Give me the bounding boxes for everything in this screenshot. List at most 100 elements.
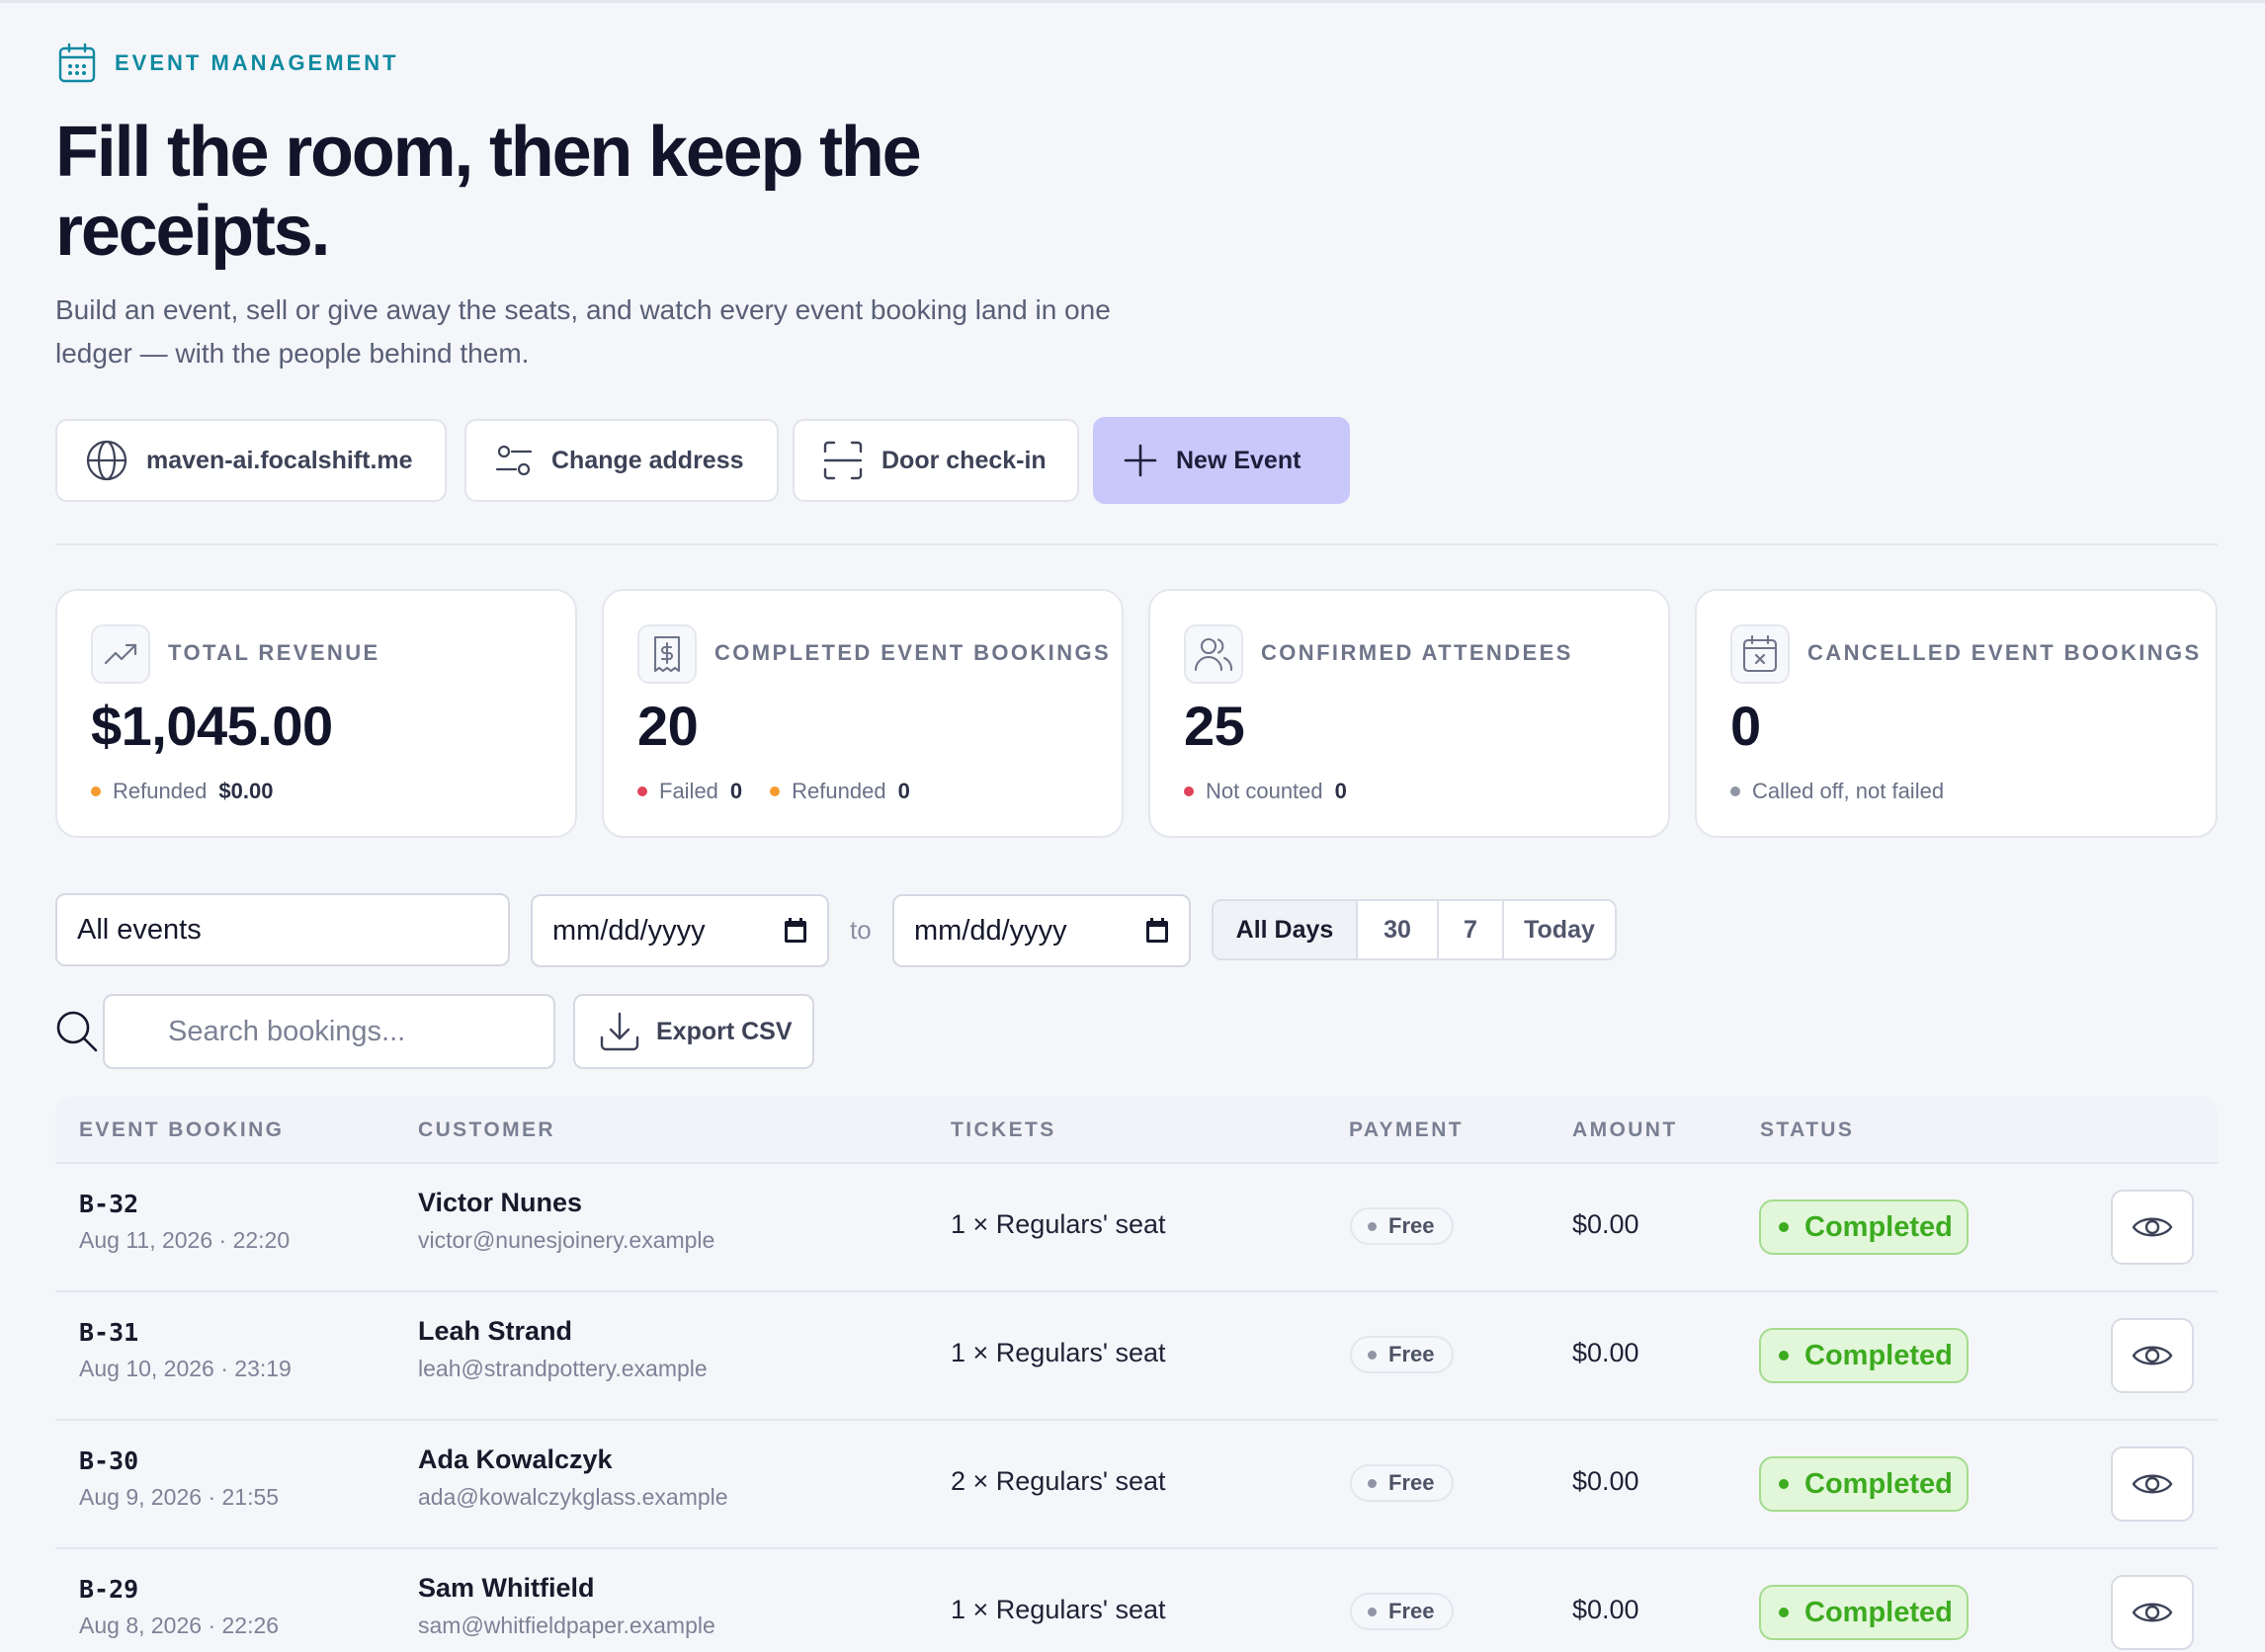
view-booking-button[interactable] bbox=[2111, 1575, 2194, 1650]
table-row[interactable]: B-29 Aug 8, 2026 · 22:26 Sam Whitfield s… bbox=[55, 1549, 2218, 1652]
view-booking-button[interactable] bbox=[2111, 1318, 2194, 1393]
sliders-icon bbox=[495, 445, 533, 476]
column-header-event-booking: EVENT BOOKING bbox=[79, 1118, 285, 1141]
stat-card-total-revenue: TOTAL REVENUE $1,045.00 Refunded $0.00 bbox=[55, 589, 577, 838]
export-csv-label: Export CSV bbox=[656, 1017, 793, 1045]
header-divider bbox=[55, 543, 2218, 545]
date-from-input[interactable]: mm/dd/yyyy bbox=[531, 894, 829, 967]
table-header: EVENT BOOKING CUSTOMER TICKETS PAYMENT A… bbox=[55, 1097, 2218, 1164]
status-label: Completed bbox=[1804, 1596, 1953, 1628]
door-checkin-button[interactable]: Door check-in bbox=[793, 419, 1079, 502]
customer-email: victor@nunesjoinery.example bbox=[418, 1227, 715, 1253]
stat-value: 20 bbox=[637, 695, 699, 757]
column-header-customer: CUSTOMER bbox=[418, 1118, 555, 1141]
not-counted-value: 0 bbox=[1334, 779, 1347, 803]
event-select[interactable]: All events bbox=[55, 893, 510, 966]
calendar-icon bbox=[58, 42, 96, 83]
gray-dot-icon bbox=[1368, 1221, 1377, 1231]
payment-badge: Free bbox=[1350, 1336, 1455, 1373]
receipt-icon bbox=[653, 635, 681, 673]
date-from-value: mm/dd/yyyy bbox=[552, 914, 706, 947]
customer-email: sam@whitfieldpaper.example bbox=[418, 1612, 715, 1638]
amount-value: $0.00 bbox=[1572, 1595, 1639, 1624]
failed-value: 0 bbox=[729, 779, 743, 803]
eye-icon bbox=[2132, 1217, 2173, 1237]
green-dot-icon bbox=[1779, 1222, 1789, 1232]
calendar-x-icon bbox=[1742, 634, 1778, 673]
cancelled-note: Called off, not failed bbox=[1752, 779, 1945, 803]
change-address-button[interactable]: Change address bbox=[464, 419, 779, 502]
card-icon-box bbox=[1184, 624, 1243, 684]
status-label: Completed bbox=[1804, 1210, 1953, 1243]
table-row[interactable]: B-30 Aug 9, 2026 · 21:55 Ada Kowalczyk a… bbox=[55, 1421, 2218, 1549]
card-icon-box bbox=[637, 624, 697, 684]
download-icon bbox=[600, 1012, 639, 1051]
card-icon-box bbox=[1730, 624, 1790, 684]
amount-value: $0.00 bbox=[1572, 1209, 1639, 1239]
range-option-30[interactable]: 30 bbox=[1356, 901, 1437, 958]
range-option-7[interactable]: 7 bbox=[1437, 901, 1502, 958]
failed-label: Failed bbox=[659, 779, 718, 803]
range-option-all-days[interactable]: All Days bbox=[1214, 901, 1356, 958]
tickets-summary: 1 × Regulars' seat bbox=[951, 1209, 1166, 1239]
date-to-input[interactable]: mm/dd/yyyy bbox=[892, 894, 1191, 967]
green-dot-icon bbox=[1779, 1608, 1789, 1617]
calendar-picker-icon[interactable] bbox=[784, 918, 807, 944]
trend-up-icon bbox=[104, 643, 137, 665]
orange-dot-icon bbox=[770, 786, 781, 796]
green-dot-icon bbox=[1779, 1479, 1789, 1489]
status-badge: Completed bbox=[1759, 1585, 1969, 1640]
orange-dot-icon bbox=[91, 786, 101, 796]
gray-dot-icon bbox=[1368, 1607, 1377, 1616]
status-badge: Completed bbox=[1759, 1328, 1969, 1383]
scan-icon bbox=[823, 441, 863, 480]
stat-value: 0 bbox=[1730, 695, 1761, 757]
new-event-button[interactable]: New Event bbox=[1093, 417, 1350, 504]
tickets-summary: 1 × Regulars' seat bbox=[951, 1595, 1166, 1624]
customer-name: Ada Kowalczyk bbox=[418, 1445, 613, 1474]
search-input[interactable] bbox=[103, 994, 555, 1069]
customer-name: Victor Nunes bbox=[418, 1188, 583, 1217]
date-range-to-label: to bbox=[850, 915, 872, 945]
view-booking-button[interactable] bbox=[2111, 1190, 2194, 1265]
table-row[interactable]: B-32 Aug 11, 2026 · 22:20 Victor Nunes v… bbox=[55, 1164, 2218, 1292]
column-header-payment: PAYMENT bbox=[1349, 1118, 1464, 1141]
view-booking-button[interactable] bbox=[2111, 1446, 2194, 1522]
export-csv-button[interactable]: Export CSV bbox=[573, 994, 814, 1069]
stat-label: TOTAL REVENUE bbox=[168, 640, 380, 665]
booking-date: Aug 10, 2026 · 23:19 bbox=[79, 1356, 292, 1381]
stat-footnote: Called off, not failed bbox=[1730, 779, 1944, 804]
new-event-label: New Event bbox=[1176, 446, 1301, 474]
column-header-tickets: TICKETS bbox=[951, 1118, 1056, 1141]
domain-button[interactable]: maven-ai.focalshift.me bbox=[55, 419, 447, 502]
calendar-picker-icon[interactable] bbox=[1145, 918, 1169, 944]
stat-label: CANCELLED EVENT BOOKINGS bbox=[1807, 640, 2202, 665]
refunded-label: Refunded bbox=[113, 779, 208, 803]
eyebrow-label: EVENT MANAGEMENT bbox=[115, 50, 399, 75]
amount-value: $0.00 bbox=[1572, 1338, 1639, 1367]
door-checkin-label: Door check-in bbox=[881, 446, 1047, 474]
gray-dot-icon bbox=[1368, 1478, 1377, 1488]
tickets-summary: 1 × Regulars' seat bbox=[951, 1338, 1166, 1367]
section-eyebrow: EVENT MANAGEMENT bbox=[57, 41, 399, 85]
stat-footnote: Failed 0 Refunded 0 bbox=[637, 779, 910, 804]
table-row[interactable]: B-31 Aug 10, 2026 · 23:19 Leah Strand le… bbox=[55, 1292, 2218, 1421]
payment-label: Free bbox=[1388, 1470, 1435, 1495]
stat-label: CONFIRMED ATTENDEES bbox=[1261, 640, 1573, 665]
booking-date: Aug 9, 2026 · 21:55 bbox=[79, 1484, 280, 1510]
stat-card-cancelled-bookings: CANCELLED EVENT BOOKINGS 0 Called off, n… bbox=[1695, 589, 2218, 838]
refunded-label: Refunded bbox=[792, 779, 886, 803]
globe-icon bbox=[86, 440, 127, 481]
refunded-value: 0 bbox=[897, 779, 910, 803]
amount-value: $0.00 bbox=[1572, 1466, 1639, 1496]
tickets-summary: 2 × Regulars' seat bbox=[951, 1466, 1166, 1496]
booking-id: B-32 bbox=[79, 1190, 139, 1218]
range-option-today[interactable]: Today bbox=[1502, 901, 1615, 958]
stat-label: COMPLETED EVENT BOOKINGS bbox=[714, 640, 1112, 665]
plus-icon bbox=[1124, 444, 1157, 477]
status-badge: Completed bbox=[1759, 1199, 1969, 1255]
gray-dot-icon bbox=[1368, 1350, 1377, 1360]
booking-id: B-31 bbox=[79, 1318, 139, 1347]
green-dot-icon bbox=[1779, 1351, 1789, 1361]
booking-id: B-30 bbox=[79, 1446, 139, 1475]
